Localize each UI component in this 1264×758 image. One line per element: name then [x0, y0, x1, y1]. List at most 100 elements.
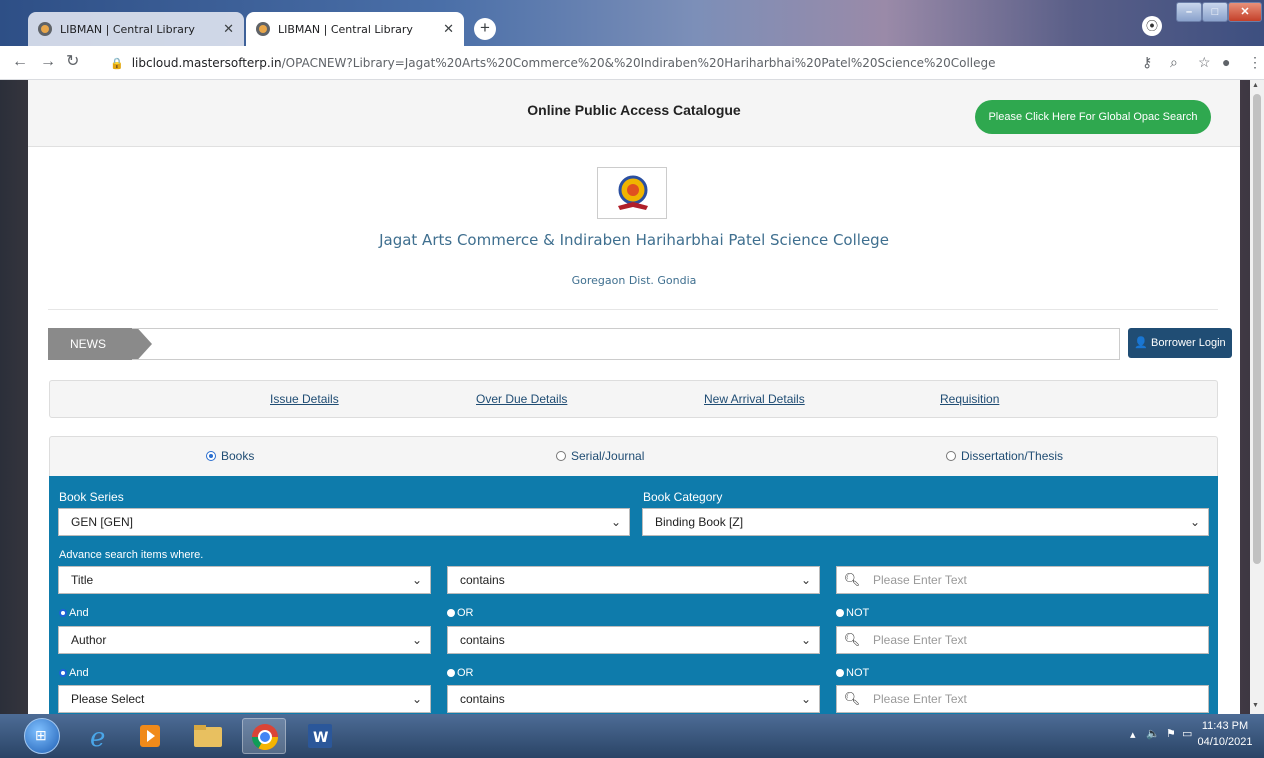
operator-select-2[interactable]: contains ⌄	[447, 626, 820, 654]
book-series-value: GEN [GEN]	[71, 515, 134, 529]
search-input-1[interactable]: 🔍︎ Please Enter Text	[836, 566, 1209, 594]
not-radio-1[interactable]: NOT	[836, 607, 869, 619]
svg-text:e: e	[90, 723, 105, 753]
chrome-taskbar-icon[interactable]	[242, 718, 286, 754]
page-viewport: Online Public Access Catalogue Please Cl…	[0, 80, 1264, 714]
or-label: OR	[457, 607, 474, 619]
scrollbar-thumb[interactable]	[1253, 94, 1261, 564]
internet-explorer-taskbar-icon[interactable]: e	[78, 718, 122, 754]
media-player-taskbar-icon[interactable]	[128, 718, 172, 754]
new-tab-button[interactable]: +	[474, 18, 496, 40]
browser-tab-1[interactable]: LIBMAN | Central Library ✕	[28, 12, 244, 46]
field-select-2[interactable]: Author ⌄	[58, 626, 431, 654]
search-placeholder: Please Enter Text	[873, 692, 967, 706]
issue-details-link[interactable]: Issue Details	[270, 392, 339, 406]
dissertation-thesis-radio[interactable]: Dissertation/Thesis	[946, 449, 1063, 463]
zoom-icon[interactable]: ⌕	[1170, 54, 1178, 70]
radio-selected-icon	[206, 451, 216, 461]
page-header: Online Public Access Catalogue Please Cl…	[28, 80, 1240, 147]
operator-select-3[interactable]: contains ⌄	[447, 685, 820, 713]
window-minimize-button[interactable]: –	[1176, 2, 1202, 22]
chevron-down-icon: ⌄	[411, 633, 422, 647]
address-bar[interactable]: 🔒 libcloud.mastersofterp.in/OPACNEW?Libr…	[110, 50, 1120, 76]
book-series-select[interactable]: GEN [GEN] ⌄	[58, 508, 630, 536]
key-icon[interactable]: ⚷	[1142, 54, 1152, 70]
window-close-button[interactable]: ✕	[1228, 2, 1262, 22]
and-radio-2[interactable]: And	[59, 667, 89, 679]
window-maximize-button[interactable]: □	[1202, 2, 1228, 22]
volume-muted-icon[interactable]: 🔈	[1146, 727, 1160, 740]
chevron-down-icon: ⌄	[411, 573, 422, 587]
global-opac-search-button[interactable]: Please Click Here For Global Opac Search	[975, 100, 1211, 134]
and-label: And	[69, 607, 89, 619]
and-radio-1[interactable]: And	[59, 607, 89, 619]
search-placeholder: Please Enter Text	[873, 573, 967, 587]
forward-arrow-icon[interactable]: →	[40, 53, 56, 71]
book-category-select[interactable]: Binding Book [Z] ⌄	[642, 508, 1209, 536]
menu-kebab-icon[interactable]: ⋮	[1248, 54, 1262, 70]
search-input-2[interactable]: 🔍︎ Please Enter Text	[836, 626, 1209, 654]
close-icon[interactable]: ✕	[223, 22, 234, 37]
bookmark-star-icon[interactable]: ☆	[1198, 54, 1211, 70]
borrower-login-button[interactable]: 👤 Borrower Login	[1128, 328, 1232, 358]
close-icon[interactable]: ✕	[443, 22, 454, 37]
over-due-details-link[interactable]: Over Due Details	[476, 392, 567, 406]
browser-tab-strip: LIBMAN | Central Library ✕ LIBMAN | Cent…	[0, 0, 1264, 46]
tab-title: LIBMAN | Central Library	[60, 22, 195, 36]
dissertation-thesis-label: Dissertation/Thesis	[961, 449, 1064, 463]
search-icon: 🔍︎	[843, 691, 861, 706]
radio-icon	[447, 609, 455, 617]
libman-favicon-icon	[256, 22, 270, 36]
profile-avatar-icon[interactable]: ●	[1222, 54, 1230, 70]
clock-time[interactable]: 11:43 PM	[1190, 720, 1260, 732]
or-label: OR	[457, 667, 474, 679]
chevron-down-icon: ⌄	[411, 692, 422, 706]
scroll-up-icon[interactable]: ▲	[1252, 82, 1259, 89]
not-radio-2[interactable]: NOT	[836, 667, 869, 679]
field-value: Title	[71, 573, 94, 587]
tab-title: LIBMAN | Central Library	[278, 22, 413, 36]
chevron-down-icon: ⌄	[610, 515, 621, 529]
new-arrival-details-link[interactable]: New Arrival Details	[704, 392, 805, 406]
requisition-link[interactable]: Requisition	[940, 392, 999, 406]
serial-journal-radio[interactable]: Serial/Journal	[556, 449, 644, 463]
and-label: And	[69, 667, 89, 679]
field-select-1[interactable]: Title ⌄	[58, 566, 431, 594]
news-ticker	[132, 328, 1120, 360]
operator-value: contains	[460, 692, 505, 706]
libman-favicon-icon	[38, 22, 52, 36]
browser-toolbar: ← → ↻ 🔒 libcloud.mastersofterp.in/OPACNE…	[0, 46, 1264, 80]
file-explorer-taskbar-icon[interactable]	[186, 718, 230, 754]
system-tray: ▴ 🔈 ⚑ ▭ 11:43 PM 04/10/2021	[1120, 714, 1264, 758]
or-radio-1[interactable]: OR	[447, 607, 474, 619]
tray-expand-icon[interactable]: ▴	[1130, 728, 1136, 741]
browser-profile-icon[interactable]: ⦿	[1142, 16, 1162, 36]
field-select-3[interactable]: Please Select ⌄	[58, 685, 431, 713]
back-arrow-icon[interactable]: ←	[12, 53, 28, 71]
word-taskbar-icon[interactable]: W	[298, 718, 342, 754]
scroll-down-icon[interactable]: ▼	[1252, 702, 1259, 709]
action-center-flag-icon[interactable]: ⚑	[1166, 727, 1176, 740]
operator-value: contains	[460, 573, 505, 587]
field-value: Author	[71, 633, 107, 647]
search-icon: 🔍︎	[843, 572, 861, 587]
books-radio[interactable]: Books	[206, 449, 254, 463]
chevron-down-icon: ⌄	[800, 633, 811, 647]
start-button[interactable]: ⊞	[24, 718, 60, 754]
user-add-icon: 👤	[1134, 337, 1149, 349]
search-placeholder: Please Enter Text	[873, 633, 967, 647]
operator-select-1[interactable]: contains ⌄	[447, 566, 820, 594]
lock-icon: 🔒	[110, 56, 124, 70]
search-input-3[interactable]: 🔍︎ Please Enter Text	[836, 685, 1209, 713]
radio-icon	[946, 451, 956, 461]
or-radio-2[interactable]: OR	[447, 667, 474, 679]
college-address: Goregaon Dist. Gondia	[571, 274, 697, 287]
clock-date[interactable]: 04/10/2021	[1190, 736, 1260, 748]
reload-icon[interactable]: ↻	[66, 53, 79, 71]
page-scrollbar[interactable]: ▲ ▼	[1250, 80, 1264, 714]
chevron-down-icon: ⌄	[1189, 515, 1200, 529]
chevron-down-icon: ⌄	[800, 573, 811, 587]
browser-tab-2[interactable]: LIBMAN | Central Library ✕	[246, 12, 464, 46]
advance-search-label: Advance search items where.	[59, 549, 204, 561]
chevron-down-icon: ⌄	[800, 692, 811, 706]
